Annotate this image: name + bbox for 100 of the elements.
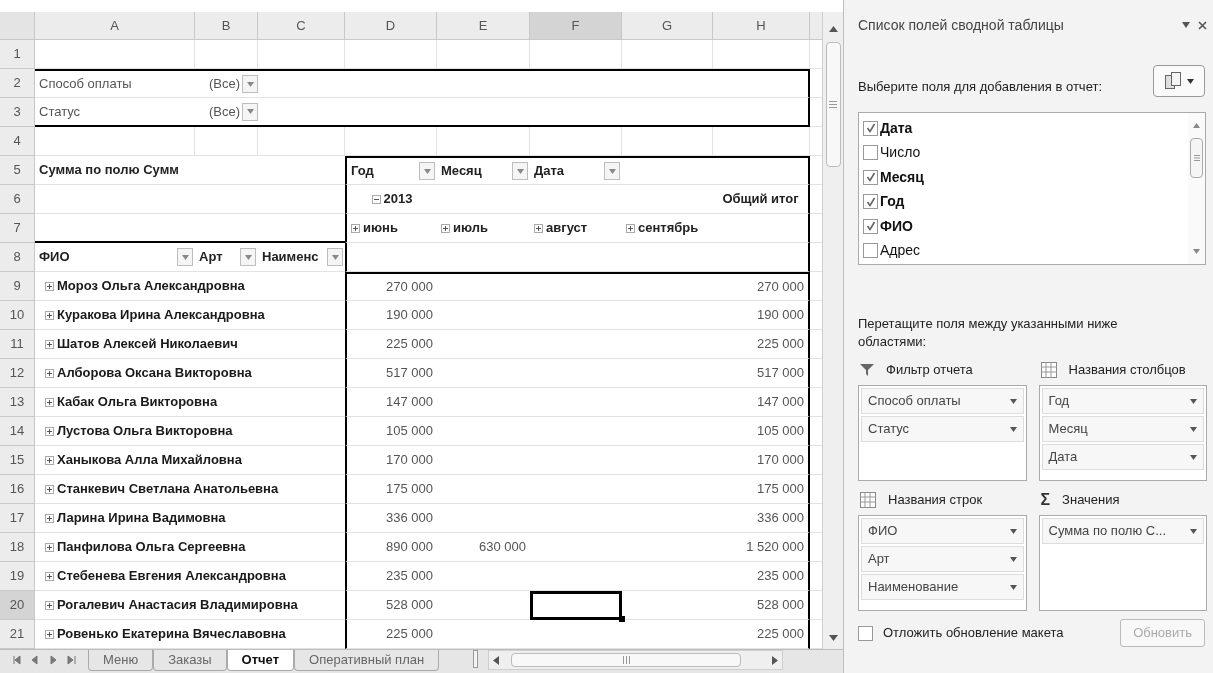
area-field-item[interactable]: Сумма по полю С... (1041, 518, 1204, 544)
collapse-icon[interactable] (371, 194, 381, 204)
row-header[interactable]: 5 (0, 156, 35, 185)
field-label[interactable]: Адрес (880, 240, 921, 262)
row-header[interactable]: 11 (0, 330, 35, 359)
scroll-thumb[interactable] (1190, 138, 1203, 178)
dropdown-button[interactable] (419, 162, 435, 180)
area-field-item[interactable]: Статус (861, 416, 1024, 442)
dropdown-button[interactable] (177, 248, 193, 266)
right-arrow-icon[interactable] (772, 655, 779, 665)
defer-checkbox[interactable] (858, 625, 873, 641)
row-header[interactable]: 15 (0, 446, 35, 475)
scroll-thumb[interactable] (825, 42, 841, 167)
field-label[interactable]: Число (880, 142, 921, 164)
split-handle[interactable] (473, 650, 479, 668)
expand-icon[interactable] (534, 223, 543, 233)
row-header[interactable]: 3 (0, 98, 35, 127)
sheet-tab[interactable]: Заказы (153, 650, 227, 671)
expand-icon[interactable] (45, 339, 54, 349)
column-header[interactable]: A (35, 12, 195, 40)
defer-update-label[interactable]: Отложить обновление макета (883, 623, 1064, 643)
field-checkbox[interactable] (863, 194, 878, 210)
area-drop-box[interactable]: Способ оплаты Статус (858, 385, 1027, 481)
row-header[interactable]: 20 (0, 591, 35, 620)
field-label[interactable]: Год (880, 191, 905, 213)
row-header[interactable]: 14 (0, 417, 35, 446)
list-scrollbar[interactable] (1188, 113, 1205, 264)
down-arrow-icon[interactable] (828, 635, 838, 641)
area-field-item[interactable]: Год (1041, 388, 1204, 414)
row-header[interactable]: 7 (0, 214, 35, 243)
row-header[interactable]: 21 (0, 620, 35, 649)
area-field-item[interactable]: Дата (1041, 444, 1204, 470)
sheet-nav-icon[interactable] (10, 655, 21, 665)
expand-icon[interactable] (351, 223, 360, 233)
area-field-item[interactable]: Месяц (1041, 416, 1204, 442)
up-arrow-icon[interactable] (828, 26, 838, 32)
field-checkbox[interactable] (863, 218, 878, 234)
expand-icon[interactable] (45, 397, 54, 407)
row-header[interactable]: 4 (0, 127, 35, 156)
field-checkbox[interactable] (863, 243, 878, 259)
expand-icon[interactable] (45, 571, 54, 581)
row-header[interactable]: 12 (0, 359, 35, 388)
area-field-item[interactable]: Арт (861, 546, 1024, 572)
field-label[interactable]: ФИО (880, 215, 913, 237)
dropdown-button[interactable] (604, 162, 620, 180)
dropdown-button[interactable] (327, 248, 343, 266)
row-header[interactable]: 17 (0, 504, 35, 533)
fill-handle[interactable] (619, 616, 625, 622)
expand-icon[interactable] (45, 310, 54, 320)
scroll-thumb[interactable] (511, 653, 742, 667)
menu-arrow-icon[interactable] (1182, 22, 1190, 28)
sheet-tab[interactable]: Оперативный план (294, 650, 440, 671)
sheet-nav-icon[interactable] (29, 655, 40, 665)
row-header[interactable]: 9 (0, 272, 35, 301)
layout-button[interactable] (1153, 65, 1205, 97)
expand-icon[interactable] (45, 629, 54, 639)
expand-icon[interactable] (45, 426, 54, 436)
expand-icon[interactable] (45, 600, 54, 610)
expand-icon[interactable] (441, 223, 450, 233)
row-header[interactable]: 1 (0, 40, 35, 69)
column-header[interactable]: G (622, 12, 713, 40)
expand-icon[interactable] (626, 223, 635, 233)
row-header[interactable]: 10 (0, 301, 35, 330)
column-header[interactable]: D (345, 12, 437, 40)
expand-icon[interactable] (45, 542, 54, 552)
area-drop-box[interactable]: ФИО Арт Наименование (858, 515, 1027, 611)
selected-cell[interactable] (530, 591, 622, 620)
expand-icon[interactable] (45, 513, 54, 523)
dropdown-button[interactable] (512, 162, 528, 180)
area-drop-box[interactable]: Год Месяц Дата (1038, 385, 1207, 481)
row-header[interactable]: 8 (0, 243, 35, 272)
area-field-item[interactable]: ФИО (861, 518, 1024, 544)
row-header[interactable]: 13 (0, 388, 35, 417)
dropdown-button[interactable] (242, 102, 258, 121)
sheet-tab[interactable]: Меню (88, 650, 154, 671)
sheet-nav-icon[interactable] (67, 655, 78, 665)
row-header[interactable]: 19 (0, 562, 35, 591)
dropdown-button[interactable] (240, 248, 256, 266)
down-arrow-icon[interactable] (1193, 249, 1200, 254)
up-arrow-icon[interactable] (1193, 123, 1200, 128)
expand-icon[interactable] (45, 484, 54, 494)
field-checkbox[interactable] (863, 145, 878, 161)
column-header[interactable]: E (437, 12, 530, 40)
expand-icon[interactable] (45, 368, 54, 378)
vertical-scrollbar[interactable] (822, 12, 843, 649)
area-field-item[interactable]: Способ оплаты (861, 388, 1024, 414)
dropdown-button[interactable] (242, 75, 258, 93)
horizontal-scrollbar[interactable] (488, 650, 784, 670)
column-header[interactable]: H (713, 12, 810, 40)
area-drop-box[interactable]: Сумма по полю С... (1038, 515, 1207, 611)
close-icon[interactable] (1198, 20, 1207, 30)
row-header[interactable]: 2 (0, 69, 35, 98)
row-header[interactable]: 16 (0, 475, 35, 504)
expand-icon[interactable] (45, 455, 54, 465)
field-checkbox[interactable] (863, 169, 878, 185)
sheet-nav-icon[interactable] (48, 655, 59, 665)
area-field-item[interactable]: Наименование (861, 574, 1024, 600)
expand-icon[interactable] (45, 281, 54, 291)
column-header[interactable]: C (258, 12, 345, 40)
row-header[interactable]: 18 (0, 533, 35, 562)
